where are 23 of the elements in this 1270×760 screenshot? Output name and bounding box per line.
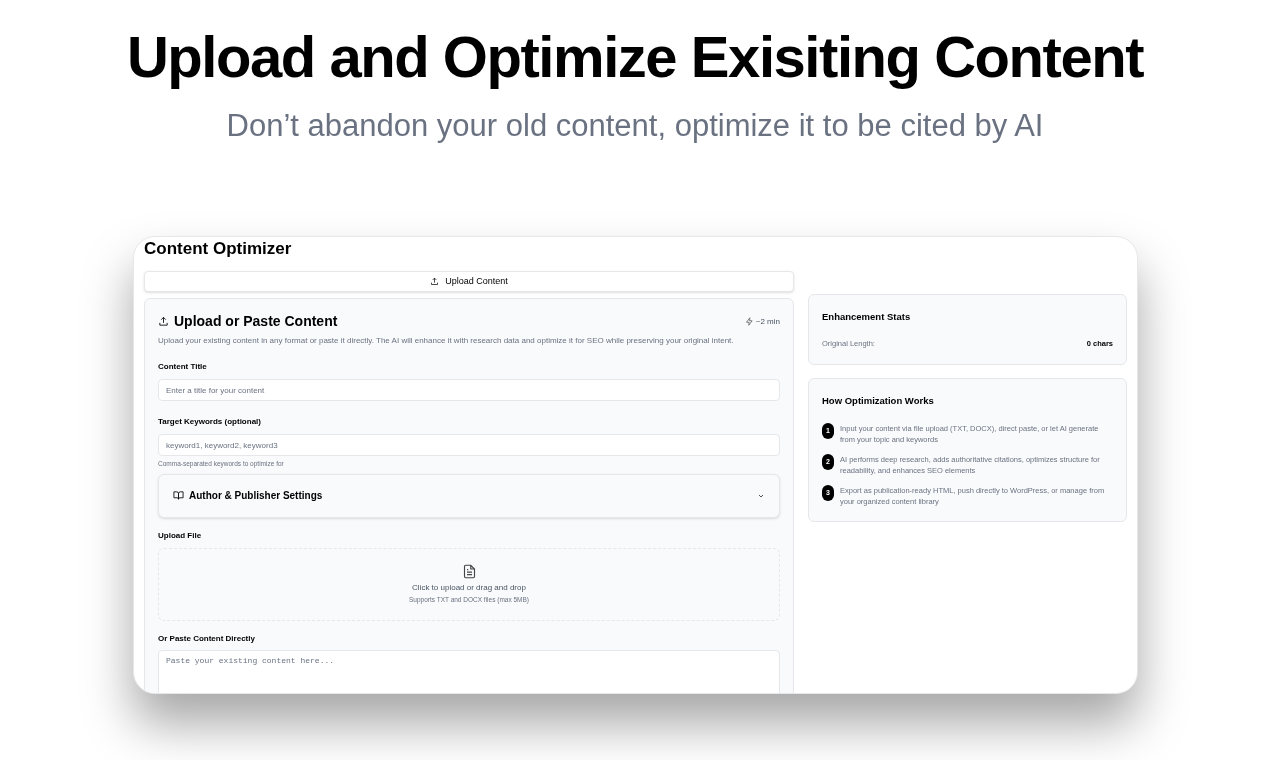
field-label: Content Title xyxy=(158,361,208,373)
field-label: Or Paste Content Directly xyxy=(158,632,256,645)
author-settings-accordion[interactable]: Author & Publisher Settings xyxy=(158,473,780,518)
field-label: Target Keywords (optional) xyxy=(158,416,262,428)
time-estimate: ~2 min xyxy=(755,315,780,328)
drop-zone-prompt: Click to upload or drag and drop xyxy=(412,582,526,595)
title-input[interactable]: Enter a title for your content xyxy=(158,379,780,401)
document-icon xyxy=(461,563,477,581)
lightning-icon xyxy=(744,317,754,326)
form-title: Upload or Paste Content xyxy=(174,312,338,331)
upload-icon xyxy=(430,277,440,286)
card-title: How Optimization Works xyxy=(822,393,935,408)
headline: Upload and Optimize Exisiting Content xyxy=(126,23,1144,91)
book-icon xyxy=(173,490,184,502)
content-textarea[interactable]: Paste your existing content here... xyxy=(158,649,780,693)
upload-icon xyxy=(158,316,169,327)
field-label: Upload File xyxy=(158,529,203,542)
subheadline: Don’t abandon your old content, optimize it to be cited by AI xyxy=(226,107,1044,145)
card-title: Enhancement Stats xyxy=(822,310,912,324)
keywords-input[interactable]: keyword1, keyword2, keyword3 xyxy=(158,434,780,456)
upload-content-button[interactable]: Upload Content xyxy=(144,271,794,292)
app-title: Content Optimizer xyxy=(144,238,293,260)
form-description: Upload your existing content in any format or paste it directly. The AI will enhance it with research data and optimize it for SEO while preserving your original intent. xyxy=(158,335,735,347)
